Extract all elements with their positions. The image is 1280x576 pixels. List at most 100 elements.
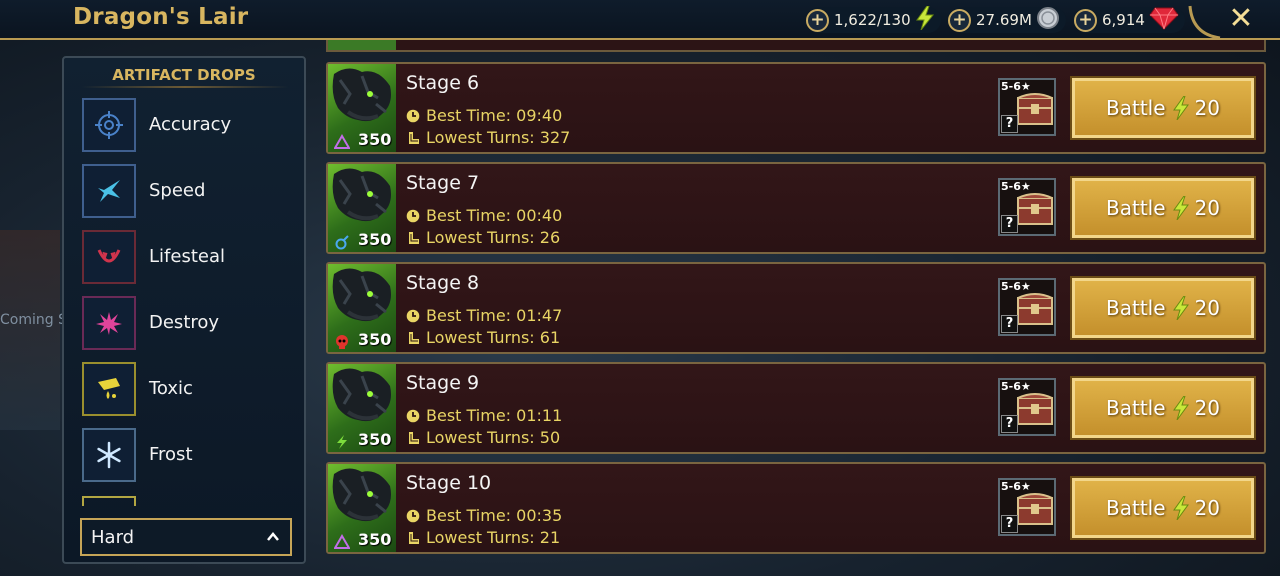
energy-value: 1,622/130 (834, 11, 911, 29)
poison-icon (82, 362, 136, 416)
battle-button[interactable]: Battle 20 (1070, 376, 1256, 440)
set-item-accuracy[interactable]: Accuracy (82, 98, 292, 152)
set-item-frost[interactable]: Frost (82, 428, 292, 482)
battle-label: Battle (1106, 196, 1166, 220)
set-item-toxic[interactable]: Toxic (82, 362, 292, 416)
snowflake-icon (82, 428, 136, 482)
lowest-turns-text: Lowest Turns: 50 (426, 428, 561, 447)
enemy-power: 350 (358, 430, 392, 449)
best-time-text: Best Time: 01:47 (426, 306, 563, 325)
unknown-reward-badge: ? (1001, 115, 1018, 133)
lowest-turns: Lowest Turns: 26 (406, 228, 560, 247)
difficulty-dropdown[interactable]: Hard (80, 518, 292, 556)
battle-label: Battle (1106, 396, 1166, 420)
battle-button[interactable]: Battle 20 (1070, 476, 1256, 540)
speed-bird-icon (82, 164, 136, 218)
chest-icon (1017, 93, 1053, 125)
stage-row[interactable]: 350 Stage 7 Best Time: 00:40 Lowest Turn… (326, 162, 1266, 254)
boot-icon (409, 531, 419, 544)
lightning-icon (1172, 96, 1189, 120)
lightning-icon (1172, 496, 1189, 520)
chest-icon (1017, 293, 1053, 325)
stage-name: Stage 7 (406, 172, 480, 194)
battle-energy-cost: 20 (1194, 196, 1220, 220)
lowest-turns: Lowest Turns: 50 (406, 428, 560, 447)
lightning-icon (915, 5, 935, 34)
chest-icon (1017, 393, 1053, 425)
add-silver-button[interactable]: + (948, 8, 971, 32)
page-title: Dragon's Lair (73, 4, 249, 30)
chest-icon (1017, 193, 1053, 225)
stage-row[interactable]: 350 Stage 8 Best Time: 01:47 Lowest Turn… (326, 262, 1266, 354)
gems-counter[interactable]: + 6,914 (1074, 7, 1185, 33)
background-scene (0, 230, 60, 430)
reward-chest[interactable]: 5-6★ ? (998, 78, 1056, 136)
stage-name: Stage 9 (406, 372, 480, 394)
battle-button[interactable]: Battle 20 (1070, 276, 1256, 340)
artifact-drops-heading: ARTIFACT DROPS (112, 66, 256, 84)
best-time: Best Time: 01:47 (406, 306, 562, 325)
add-gems-button[interactable]: + (1074, 8, 1097, 32)
best-time: Best Time: 01:11 (406, 406, 562, 425)
affinity-icon (333, 134, 351, 150)
battle-label: Battle (1106, 296, 1166, 320)
unknown-reward-badge: ? (1001, 415, 1018, 433)
stage-partial-top (326, 40, 1266, 52)
set-label-destroy: Destroy (149, 312, 220, 333)
boot-icon (409, 231, 419, 244)
best-time: Best Time: 09:40 (406, 106, 562, 125)
affinity-icon (333, 534, 351, 550)
unknown-reward-badge: ? (1001, 215, 1018, 233)
burst-icon (82, 296, 136, 350)
stage-row[interactable]: 350 Stage 6 Best Time: 09:40 Lowest Turn… (326, 62, 1266, 154)
best-time: Best Time: 00:35 (406, 506, 562, 525)
energy-counter[interactable]: + 1,622/130 (806, 5, 941, 34)
heading-divider (82, 86, 288, 88)
artifact-drops-panel: ARTIFACT DROPS Accuracy Speed Lifesteal … (62, 56, 306, 564)
clock-icon (406, 409, 420, 422)
stage-row[interactable]: 350 Stage 10 Best Time: 00:35 Lowest Tur… (326, 462, 1266, 554)
unknown-reward-badge: ? (1001, 315, 1018, 333)
set-item-speed[interactable]: Speed (82, 164, 292, 218)
battle-energy-cost: 20 (1194, 296, 1220, 320)
set-item-partial (82, 496, 136, 506)
boot-icon (409, 431, 419, 444)
set-label-frost: Frost (149, 444, 193, 465)
battle-label: Battle (1106, 496, 1166, 520)
battle-button[interactable]: Battle 20 (1070, 176, 1256, 240)
lightning-icon (1172, 396, 1189, 420)
set-label-lifesteal: Lifesteal (149, 246, 225, 267)
lowest-turns: Lowest Turns: 327 (406, 128, 570, 147)
lowest-turns-text: Lowest Turns: 327 (426, 128, 571, 147)
battle-button[interactable]: Battle 20 (1070, 76, 1256, 140)
crosshair-icon (82, 98, 136, 152)
lowest-turns: Lowest Turns: 21 (406, 528, 560, 547)
stage-list[interactable]: 350 Stage 6 Best Time: 09:40 Lowest Turn… (326, 40, 1268, 576)
set-label-accuracy: Accuracy (149, 114, 232, 135)
top-bar: Dragon's Lair + 1,622/130 + 27.69M + 6,9… (0, 0, 1280, 40)
reward-chest[interactable]: 5-6★ ? (998, 178, 1056, 236)
reward-chest[interactable]: 5-6★ ? (998, 278, 1056, 336)
set-label-speed: Speed (149, 180, 206, 201)
gems-value: 6,914 (1102, 11, 1145, 29)
add-energy-button[interactable]: + (806, 8, 829, 32)
set-item-destroy[interactable]: Destroy (82, 296, 292, 350)
best-time-text: Best Time: 00:40 (426, 206, 563, 225)
reward-chest[interactable]: 5-6★ ? (998, 478, 1056, 536)
set-item-lifesteal[interactable]: Lifesteal (82, 230, 292, 284)
clock-icon (406, 109, 420, 122)
chest-icon (1017, 493, 1053, 525)
stage-row[interactable]: 350 Stage 9 Best Time: 01:11 Lowest Turn… (326, 362, 1266, 454)
enemy-power: 350 (358, 130, 392, 149)
clock-icon (406, 309, 420, 322)
fangs-icon (82, 230, 136, 284)
stage-name: Stage 6 (406, 72, 480, 94)
close-icon[interactable]: ✕ (1226, 4, 1256, 34)
reward-chest[interactable]: 5-6★ ? (998, 378, 1056, 436)
enemy-power: 350 (358, 230, 392, 249)
silver-counter[interactable]: + 27.69M (948, 7, 1066, 33)
affinity-icon (334, 234, 350, 250)
difficulty-value: Hard (91, 527, 135, 548)
lowest-turns-text: Lowest Turns: 26 (426, 228, 561, 247)
battle-label: Battle (1106, 96, 1166, 120)
